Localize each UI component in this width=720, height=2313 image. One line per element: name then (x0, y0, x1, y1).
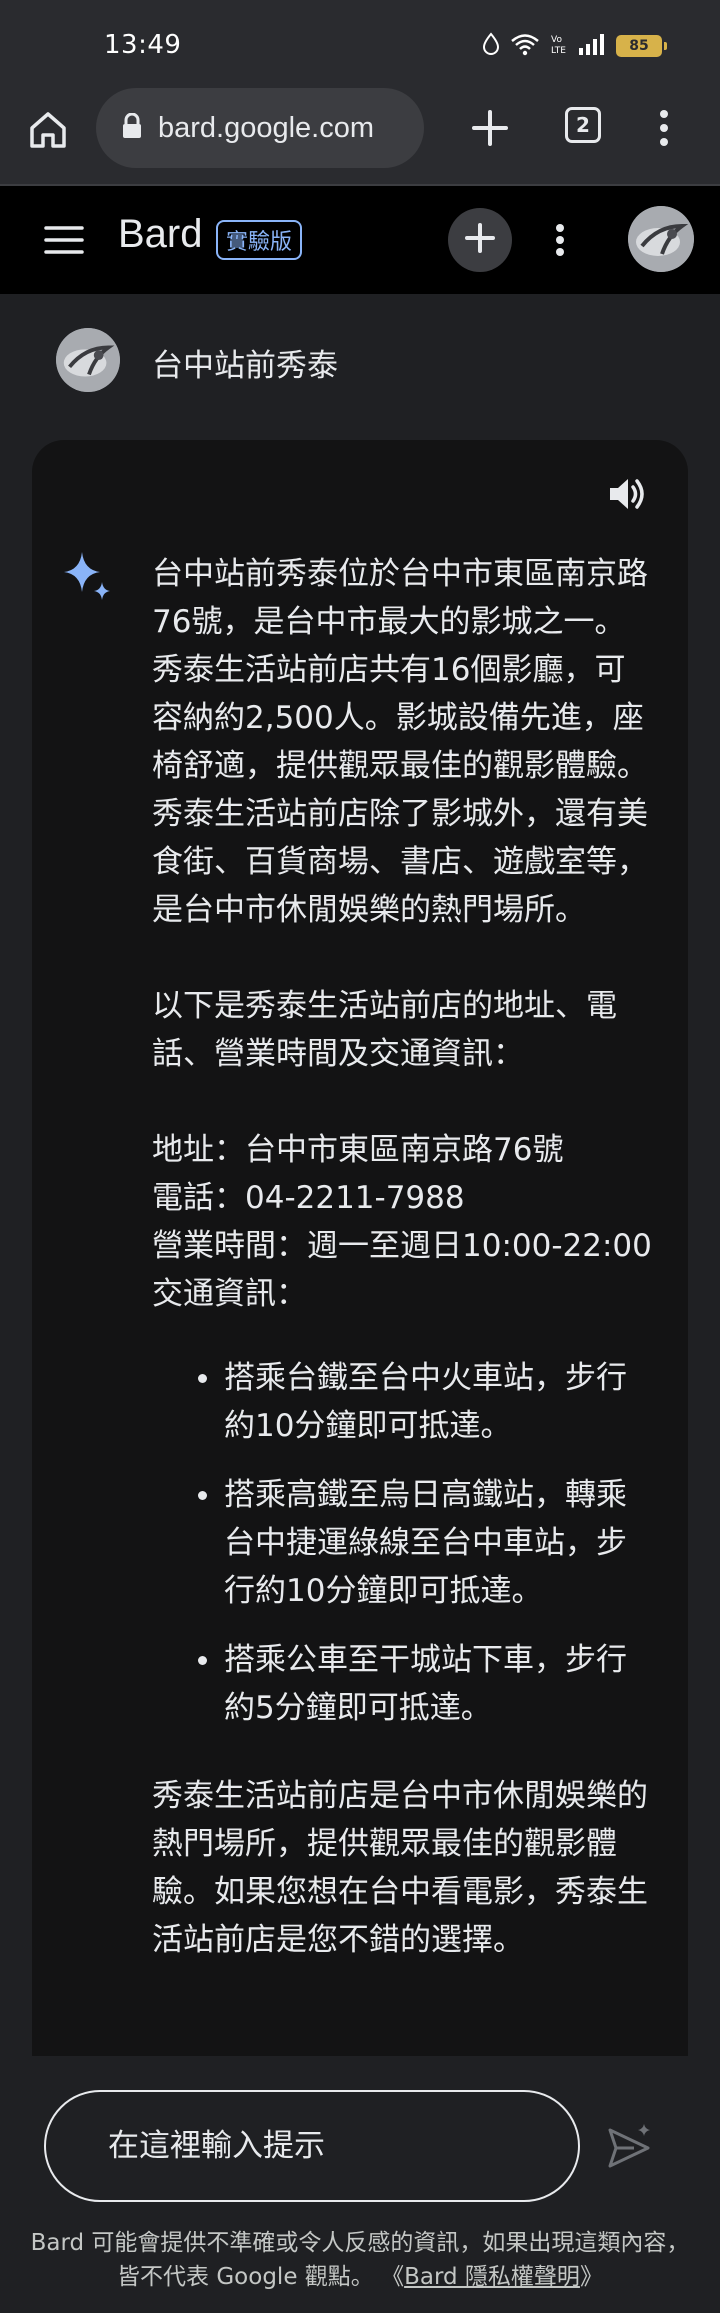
status-time: 13:49 (104, 30, 182, 60)
list-item: 搭乘台鐵至台中火車站，步行約10分鐘即可抵達。 (198, 1354, 652, 1450)
volte-icon: Vo LTE (550, 32, 568, 60)
plus-icon (462, 220, 498, 260)
transport-list: 搭乘台鐵至台中火車站，步行約10分鐘即可抵達。 搭乘高鐵至烏日高鐵站，轉乘台中捷… (152, 1354, 652, 1732)
info-hours: 營業時間：週一至週日10:00-22:00 (152, 1228, 652, 1264)
sparkle-icon (58, 548, 118, 608)
prompt-input[interactable] (44, 2090, 580, 2202)
hamburger-icon[interactable] (44, 222, 84, 258)
plus-icon (462, 110, 518, 160)
experiment-badge: 實驗版 (216, 220, 303, 260)
input-area: Bard 可能會提供不準確或令人反感的資訊，如果出現這類內容，皆不代表 Goog… (0, 2056, 720, 2313)
wifi-icon (510, 32, 540, 60)
info-transport-label: 交通資訊： (152, 1276, 307, 1312)
response-card: 台中站前秀泰位於台中市東區南京路76號，是台中市最大的影城之一。秀泰生活站前店共… (32, 440, 688, 2056)
avatar (56, 328, 120, 392)
app-header: Bard 實驗版 (0, 186, 720, 294)
list-item: 搭乘高鐵至烏日高鐵站，轉乘台中捷運綠線至台中車站，步行約10分鐘即可抵達。 (198, 1471, 652, 1615)
url-text: bard.google.com (158, 111, 375, 144)
send-icon[interactable] (604, 2120, 656, 2172)
tab-switcher-icon[interactable]: 2 (565, 107, 601, 143)
more-vert-icon[interactable] (648, 100, 680, 156)
privacy-link[interactable]: Bard 隱私權聲明 (404, 2264, 580, 2290)
disclaimer-link-close: 》 (579, 2264, 603, 2290)
svg-text:LTE: LTE (551, 46, 566, 56)
battery-icon: 85 (616, 35, 667, 57)
home-icon[interactable] (26, 108, 82, 164)
speaker-icon[interactable] (604, 470, 652, 518)
status-bar: 13:49 Vo LTE 85 (0, 0, 720, 88)
user-message: 台中站前秀泰 (0, 294, 720, 434)
signal-icon (578, 32, 606, 60)
brand-title: Bard (118, 212, 203, 256)
avatar[interactable] (628, 206, 694, 272)
browser-toolbar: bard.google.com 2 (0, 88, 720, 184)
lock-icon (122, 112, 142, 143)
user-prompt-text: 台中站前秀泰 (152, 348, 338, 384)
info-phone: 電話：04-2211-7988 (152, 1180, 465, 1216)
svg-text:Vo: Vo (551, 35, 562, 45)
disclaimer: Bard 可能會提供不準確或令人反感的資訊，如果出現這類內容，皆不代表 Goog… (30, 2226, 690, 2294)
url-bar[interactable]: bard.google.com (96, 88, 424, 168)
more-vert-icon[interactable] (548, 210, 572, 270)
response-closing: 秀泰生活站前店是台中市休閒娛樂的熱門場所，提供觀眾最佳的觀影體驗。如果您想在台中… (152, 1778, 648, 1958)
response-lead: 以下是秀泰生活站前店的地址、電話、營業時間及交通資訊： (152, 988, 617, 1072)
list-item: 搭乘公車至干城站下車，步行約5分鐘即可抵達。 (198, 1636, 652, 1732)
status-icons: Vo LTE 85 (482, 32, 667, 60)
new-chat-button[interactable] (448, 208, 512, 272)
response-intro: 台中站前秀泰位於台中市東區南京路76號，是台中市最大的影城之一。秀泰生活站前店共… (152, 556, 648, 928)
disclaimer-link-open: 《 (381, 2264, 405, 2290)
alarm-icon (482, 32, 500, 60)
info-address: 地址：台中市東區南京路76號 (152, 1132, 564, 1168)
new-tab-button[interactable] (462, 100, 518, 156)
response-body: 台中站前秀泰位於台中市東區南京路76號，是台中市最大的影城之一。秀泰生活站前店共… (152, 550, 652, 1964)
